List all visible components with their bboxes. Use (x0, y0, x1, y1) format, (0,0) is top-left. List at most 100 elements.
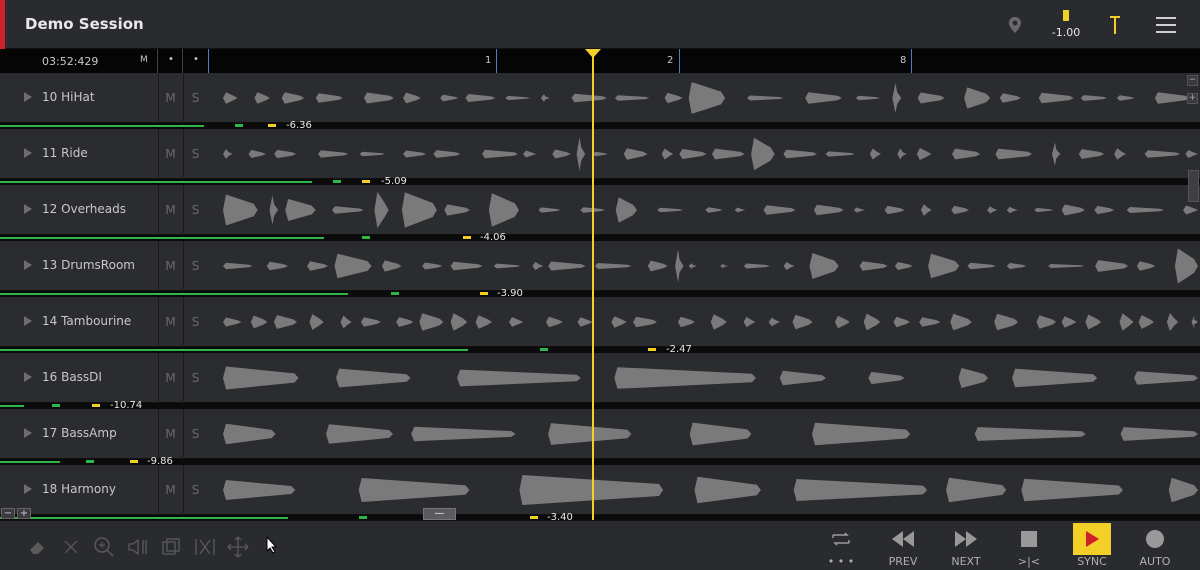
sync-play-button[interactable]: SYNC (1066, 521, 1118, 570)
track-waveform-lane[interactable] (208, 297, 1200, 347)
track-name: 12 Overheads (42, 202, 126, 216)
expand-arrow-icon[interactable] (24, 316, 32, 326)
zoom-out-button[interactable]: − (1, 508, 15, 519)
meter-level-bar (0, 517, 288, 519)
track-waveform-lane[interactable] (208, 241, 1200, 291)
track-waveform-lane[interactable] (208, 185, 1200, 235)
expand-arrow-icon[interactable] (24, 204, 32, 214)
track-mute-button[interactable]: M (158, 241, 182, 291)
zoom-in-button[interactable]: + (17, 508, 31, 519)
waveform-path (223, 248, 1198, 284)
record-indicator (0, 0, 5, 49)
meter-peak-marker (463, 236, 471, 239)
meter-peak-marker (648, 348, 656, 351)
track-header[interactable]: 18 Harmony M S (0, 465, 208, 515)
track-solo-button[interactable]: S (183, 185, 207, 235)
cut-x-icon[interactable] (59, 535, 83, 559)
expand-arrow-icon[interactable] (24, 484, 32, 494)
rewind-icon (877, 529, 929, 549)
expand-arrow-icon[interactable] (24, 372, 32, 382)
ruler-divider (157, 49, 158, 73)
ruler-dot[interactable]: • (193, 54, 199, 65)
waveform-path (223, 137, 1198, 171)
meter-peak-marker (268, 124, 276, 127)
top-bar: Demo Session -1.00 (0, 0, 1200, 49)
track-header[interactable]: 11 Ride M S (0, 129, 208, 179)
track-row[interactable]: 16 BassDI M S -10.74 (0, 353, 1200, 411)
track-mute-button[interactable]: M (158, 409, 182, 459)
track-row[interactable]: 10 HiHat M S -6.36 (0, 73, 1200, 131)
meter-level-bar (0, 405, 24, 407)
prev-button[interactable]: PREV (877, 521, 929, 570)
track-header[interactable]: 12 Overheads M S (0, 185, 208, 235)
track-header[interactable]: 10 HiHat M S (0, 73, 208, 123)
horizontal-scrollbar[interactable]: — (423, 508, 456, 520)
copy-icon[interactable] (159, 535, 183, 559)
track-name: 17 BassAmp (42, 426, 117, 440)
playhead-pin-icon[interactable] (1100, 0, 1130, 49)
playhead-handle[interactable] (585, 49, 601, 58)
track-row[interactable]: 17 BassAmp M S -9.86 (0, 409, 1200, 467)
track-solo-button[interactable]: S (183, 297, 207, 347)
track-mute-button[interactable]: M (158, 297, 182, 347)
expand-arrow-icon[interactable] (24, 428, 32, 438)
track-waveform-lane[interactable] (208, 73, 1200, 123)
auto-label: AUTO (1139, 555, 1171, 568)
track-solo-button[interactable]: S (183, 241, 207, 291)
meter-level-bar (0, 461, 60, 463)
track-mute-button[interactable]: M (158, 185, 182, 235)
track-header[interactable]: 17 BassAmp M S (0, 409, 208, 459)
next-button[interactable]: NEXT (940, 521, 992, 570)
speaker-split-icon[interactable] (126, 535, 150, 559)
track-header[interactable]: 13 DrumsRoom M S (0, 241, 208, 291)
master-meter[interactable]: -1.00 (1045, 0, 1087, 49)
expand-arrow-icon[interactable] (24, 260, 32, 270)
track-zoom-in-button[interactable]: + (1187, 93, 1198, 104)
track-waveform-lane[interactable] (208, 353, 1200, 403)
track-solo-button[interactable]: S (183, 409, 207, 459)
track-row[interactable]: 13 DrumsRoom M S -3.90 (0, 241, 1200, 299)
ruler-m-toggle[interactable]: M (140, 55, 148, 65)
track-solo-button[interactable]: S (183, 73, 207, 123)
auto-button[interactable]: AUTO (1129, 521, 1181, 570)
master-meter-bar (1063, 10, 1069, 21)
meter-green-marker (540, 348, 548, 351)
track-zoom-out-button[interactable]: − (1187, 75, 1198, 86)
ruler-tick (496, 49, 497, 73)
stop-button[interactable]: >|< (1003, 521, 1055, 570)
vertical-scrollbar[interactable] (1188, 170, 1199, 202)
scissors-icon[interactable] (193, 535, 217, 559)
next-label: NEXT (951, 555, 981, 568)
track-header[interactable]: 14 Tambourine M S (0, 297, 208, 347)
waveform (223, 366, 1198, 390)
waveform (223, 313, 1198, 331)
expand-arrow-icon[interactable] (24, 148, 32, 158)
track-solo-button[interactable]: S (183, 353, 207, 403)
track-mute-button[interactable]: M (158, 73, 182, 123)
meter-peak-marker (530, 516, 538, 519)
track-mute-button[interactable]: M (158, 353, 182, 403)
loop-button[interactable]: • • • (815, 521, 867, 570)
playhead[interactable] (592, 49, 594, 520)
zoom-icon[interactable] (92, 535, 116, 559)
track-waveform-lane[interactable] (208, 409, 1200, 459)
track-waveform-lane[interactable] (208, 465, 1200, 515)
expand-arrow-icon[interactable] (24, 92, 32, 102)
ruler-dot[interactable]: • (168, 54, 174, 65)
ruler-tick (208, 49, 209, 73)
track-waveform-lane[interactable] (208, 129, 1200, 179)
track-row[interactable]: 12 Overheads M S -4.06 (0, 185, 1200, 243)
track-row[interactable]: 14 Tambourine M S -2.47 (0, 297, 1200, 355)
track-solo-button[interactable]: S (183, 465, 207, 515)
track-header[interactable]: 16 BassDI M S (0, 353, 208, 403)
map-pin-icon[interactable] (1000, 0, 1030, 49)
track-row[interactable]: 11 Ride M S -5.09 (0, 129, 1200, 187)
waveform (223, 422, 1198, 446)
eraser-icon[interactable] (25, 535, 49, 559)
track-solo-button[interactable]: S (183, 129, 207, 179)
track-row[interactable]: 18 Harmony M S -3.40 (0, 465, 1200, 523)
move-icon[interactable] (226, 535, 250, 559)
track-mute-button[interactable]: M (158, 129, 182, 179)
track-mute-button[interactable]: M (158, 465, 182, 515)
hamburger-menu-icon[interactable] (1150, 0, 1182, 49)
